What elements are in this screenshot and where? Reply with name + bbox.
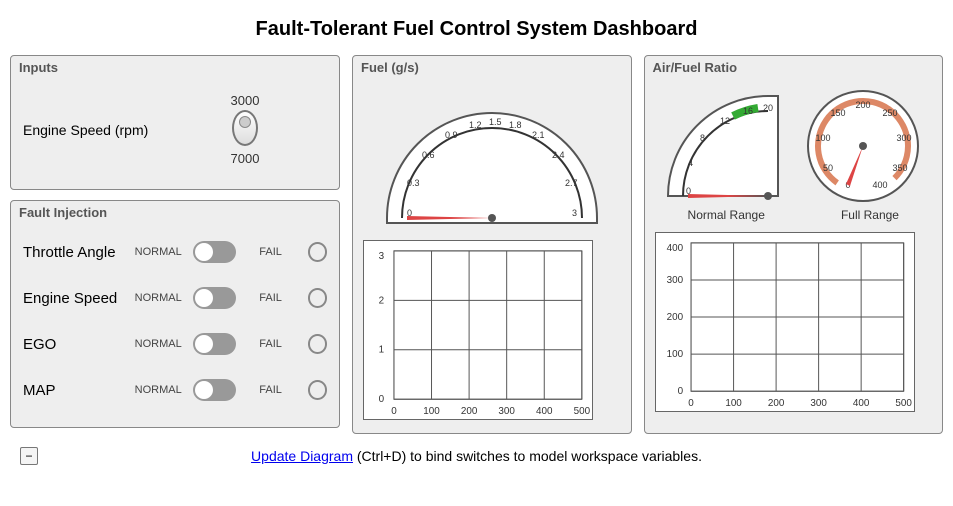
map-led <box>308 380 327 400</box>
svg-text:2.7: 2.7 <box>565 178 578 188</box>
svg-text:500: 500 <box>574 406 591 417</box>
normal-range-label: Normal Range <box>688 208 765 222</box>
svg-text:400: 400 <box>536 406 553 417</box>
svg-text:1: 1 <box>379 345 385 356</box>
svg-text:0: 0 <box>688 398 694 409</box>
svg-text:100: 100 <box>423 406 440 417</box>
svg-text:0.9: 0.9 <box>445 130 458 140</box>
knob-top-value: 3000 <box>163 93 327 108</box>
svg-text:8: 8 <box>700 133 705 143</box>
svg-text:4: 4 <box>688 158 693 168</box>
airfuel-panel-title: Air/Fuel Ratio <box>653 60 738 75</box>
svg-text:1.8: 1.8 <box>509 120 522 130</box>
svg-text:200: 200 <box>461 406 478 417</box>
ego-led <box>308 334 327 354</box>
knob-bottom-value: 7000 <box>163 151 327 166</box>
page-title: Fault-Tolerant Fuel Control System Dashb… <box>10 18 943 41</box>
svg-text:300: 300 <box>897 133 912 143</box>
fault-row-engine-speed: Engine Speed NORMAL FAIL <box>23 275 327 321</box>
fault-normal-label: NORMAL <box>129 338 187 350</box>
fault-normal-label: NORMAL <box>129 384 187 396</box>
svg-text:2.1: 2.1 <box>532 130 545 140</box>
svg-text:300: 300 <box>810 398 827 409</box>
svg-text:300: 300 <box>666 275 683 286</box>
svg-text:16: 16 <box>743 106 753 116</box>
svg-text:300: 300 <box>498 406 515 417</box>
update-diagram-link[interactable]: Update Diagram <box>251 448 353 464</box>
inputs-panel: Inputs Engine Speed (rpm) 3000 7000 <box>10 55 340 190</box>
footer-note: − Update Diagram (Ctrl+D) to bind switch… <box>10 448 943 464</box>
svg-text:200: 200 <box>767 398 784 409</box>
fault-name: Engine Speed <box>23 290 129 307</box>
svg-text:100: 100 <box>666 349 683 360</box>
fault-row-throttle: Throttle Angle NORMAL FAIL <box>23 229 327 275</box>
fault-injection-panel: Fault Injection Throttle Angle NORMAL FA… <box>10 200 340 428</box>
svg-text:500: 500 <box>895 398 912 409</box>
engine-speed-label: Engine Speed (rpm) <box>23 122 163 138</box>
fault-row-map: MAP NORMAL FAIL <box>23 367 327 413</box>
normal-range-gauge: 0 4 8 12 16 20 <box>658 86 788 206</box>
airfuel-panel: Air/Fuel Ratio 0 4 8 12 16 20 0 5 <box>644 55 943 434</box>
fuel-panel: Fuel (g/s) 0 0.3 0.6 0.9 1.2 1.5 1.8 2.1… <box>352 55 632 434</box>
svg-text:200: 200 <box>856 100 871 110</box>
fuel-plot: 0 1 2 3 0 100 200 300 400 500 <box>363 240 593 420</box>
fault-normal-label: NORMAL <box>129 292 187 304</box>
fuel-gauge: 0 0.3 0.6 0.9 1.2 1.5 1.8 2.1 2.4 2.7 3 <box>367 88 617 228</box>
svg-text:400: 400 <box>852 398 869 409</box>
svg-text:400: 400 <box>666 243 683 254</box>
svg-text:0: 0 <box>677 386 683 397</box>
full-range-label: Full Range <box>841 208 899 222</box>
engine-speed-led <box>308 288 327 308</box>
fault-row-ego: EGO NORMAL FAIL <box>23 321 327 367</box>
fault-fail-label: FAIL <box>242 384 300 396</box>
fault-fail-label: FAIL <box>242 246 300 258</box>
fuel-panel-title: Fuel (g/s) <box>361 60 419 75</box>
svg-text:0.3: 0.3 <box>407 178 420 188</box>
inputs-panel-title: Inputs <box>19 60 58 75</box>
svg-text:350: 350 <box>893 163 908 173</box>
ego-toggle[interactable] <box>193 333 235 355</box>
svg-text:400: 400 <box>873 180 888 190</box>
svg-text:1.2: 1.2 <box>469 120 482 130</box>
svg-text:50: 50 <box>823 163 833 173</box>
fault-normal-label: NORMAL <box>129 246 187 258</box>
fault-name: EGO <box>23 336 129 353</box>
throttle-led <box>308 242 327 262</box>
dashboard-row: Inputs Engine Speed (rpm) 3000 7000 Faul… <box>10 55 943 434</box>
svg-text:100: 100 <box>725 398 742 409</box>
svg-text:0: 0 <box>379 394 385 405</box>
svg-text:250: 250 <box>883 108 898 118</box>
svg-text:20: 20 <box>763 103 773 113</box>
svg-text:0: 0 <box>391 406 397 417</box>
throttle-toggle[interactable] <box>193 241 235 263</box>
svg-text:150: 150 <box>831 108 846 118</box>
engine-speed-knob[interactable] <box>232 110 258 146</box>
svg-text:0.6: 0.6 <box>422 150 435 160</box>
svg-text:100: 100 <box>816 133 831 143</box>
map-toggle[interactable] <box>193 379 235 401</box>
svg-text:3: 3 <box>379 251 385 262</box>
footer-text: (Ctrl+D) to bind switches to model works… <box>353 448 702 464</box>
airfuel-plot: 0 100 200 300 400 0 100 200 300 400 500 <box>655 232 915 412</box>
svg-text:12: 12 <box>720 116 730 126</box>
svg-text:2.4: 2.4 <box>552 150 565 160</box>
svg-text:1.5: 1.5 <box>489 117 502 127</box>
svg-text:3: 3 <box>572 208 577 218</box>
fault-fail-label: FAIL <box>242 292 300 304</box>
fault-name: MAP <box>23 382 129 399</box>
fault-panel-title: Fault Injection <box>19 205 107 220</box>
svg-text:2: 2 <box>379 295 385 306</box>
svg-text:200: 200 <box>666 312 683 323</box>
collapse-icon[interactable]: − <box>20 447 38 465</box>
fault-name: Throttle Angle <box>23 244 129 261</box>
fault-fail-label: FAIL <box>242 338 300 350</box>
full-range-gauge: 0 50 100 150 200 250 300 350 400 <box>798 86 928 206</box>
engine-speed-toggle[interactable] <box>193 287 235 309</box>
